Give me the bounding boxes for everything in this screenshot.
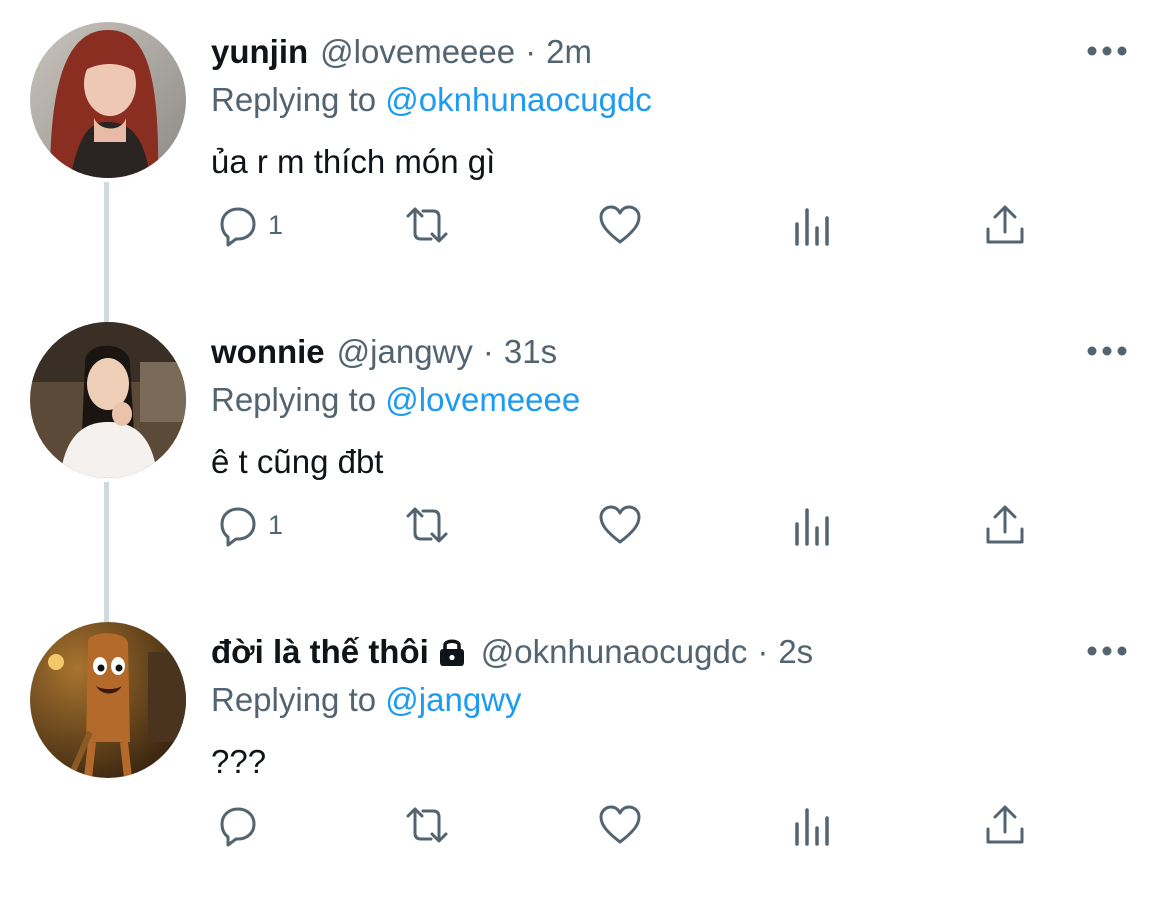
tweet[interactable]: yunjin @lovemeeee · 2m Replying to @oknh… — [0, 0, 1170, 300]
separator-dot: · — [757, 633, 769, 670]
reply-button[interactable] — [214, 800, 260, 850]
user-handle[interactable]: @jangwy — [337, 328, 473, 376]
replying-to-label: Replying to — [211, 381, 377, 418]
replying-to: Replying to @jangwy — [211, 676, 522, 724]
action-bar: 1 — [0, 200, 1170, 250]
display-name[interactable]: đời là thế thôi — [211, 628, 429, 676]
avatar-image — [30, 622, 186, 778]
reply-icon — [220, 207, 256, 247]
share-icon — [986, 805, 1024, 844]
display-name[interactable]: wonnie — [211, 328, 325, 376]
views-button[interactable] — [790, 800, 836, 850]
retweet-button[interactable] — [404, 800, 450, 850]
action-bar — [0, 800, 1170, 850]
like-icon — [599, 205, 641, 244]
display-name[interactable]: yunjin — [211, 28, 308, 76]
replying-to-label: Replying to — [211, 681, 377, 718]
reply-icon — [220, 807, 256, 847]
more-icon — [1087, 46, 1127, 56]
views-button[interactable] — [790, 200, 836, 250]
share-button[interactable] — [982, 800, 1028, 850]
timestamp[interactable]: 31s — [504, 328, 557, 376]
replying-to-label: Replying to — [211, 81, 377, 118]
timestamp[interactable]: 2s — [778, 628, 813, 676]
retweet-button[interactable] — [404, 500, 450, 550]
share-icon — [986, 205, 1024, 244]
reply-icon — [220, 507, 256, 547]
reply-button[interactable]: 1 — [214, 500, 283, 550]
retweet-icon — [406, 207, 448, 243]
views-icon — [795, 208, 829, 246]
separator-dot: · — [525, 33, 537, 70]
avatar-image — [30, 322, 186, 478]
avatar[interactable] — [30, 22, 186, 178]
share-button[interactable] — [982, 500, 1028, 550]
tweet-text: ??? — [211, 743, 267, 780]
avatar[interactable] — [30, 622, 186, 778]
tweet[interactable]: đời là thế thôi @oknhunaocugdc · 2s Repl… — [0, 600, 1170, 900]
retweet-icon — [406, 507, 448, 543]
avatar[interactable] — [30, 322, 186, 478]
reply-count: 1 — [268, 209, 284, 240]
like-button[interactable] — [597, 200, 643, 250]
views-icon — [795, 508, 829, 546]
replying-to: Replying to @oknhunaocugdc — [211, 76, 652, 124]
more-options-button[interactable] — [1084, 636, 1130, 666]
retweet-icon — [406, 807, 448, 843]
like-button[interactable] — [597, 800, 643, 850]
more-icon — [1087, 346, 1127, 356]
action-bar: 1 — [0, 500, 1170, 550]
like-icon — [599, 805, 641, 844]
more-options-button[interactable] — [1084, 36, 1130, 66]
tweet-text: ê t cũng đbt — [211, 443, 384, 480]
user-handle[interactable]: @lovemeeee — [320, 28, 515, 76]
like-icon — [599, 505, 641, 544]
tweet-header: yunjin @lovemeeee · 2m — [211, 28, 592, 76]
avatar-image — [30, 22, 186, 178]
tweet-header: đời là thế thôi @oknhunaocugdc · 2s — [211, 628, 813, 676]
share-button[interactable] — [982, 200, 1028, 250]
more-options-button[interactable] — [1084, 336, 1130, 366]
tweet-text: ủa r m thích món gì — [211, 143, 496, 180]
retweet-button[interactable] — [404, 200, 450, 250]
like-button[interactable] — [597, 500, 643, 550]
tweet[interactable]: wonnie @jangwy · 31s Replying to @loveme… — [0, 300, 1170, 600]
separator-dot: · — [482, 333, 494, 370]
lock-icon — [435, 635, 469, 669]
views-button[interactable] — [790, 500, 836, 550]
reply-count: 1 — [268, 509, 284, 540]
mention-link[interactable]: @lovemeeee — [385, 381, 580, 418]
mention-link[interactable]: @oknhunaocugdc — [385, 81, 652, 118]
tweet-header: wonnie @jangwy · 31s — [211, 328, 557, 376]
replying-to: Replying to @lovemeeee — [211, 376, 580, 424]
views-icon — [795, 808, 829, 846]
timestamp[interactable]: 2m — [546, 28, 592, 76]
share-icon — [986, 505, 1024, 544]
reply-button[interactable]: 1 — [214, 200, 283, 250]
user-handle[interactable]: @oknhunaocugdc — [481, 628, 748, 676]
mention-link[interactable]: @jangwy — [385, 681, 521, 718]
more-icon — [1087, 646, 1127, 656]
